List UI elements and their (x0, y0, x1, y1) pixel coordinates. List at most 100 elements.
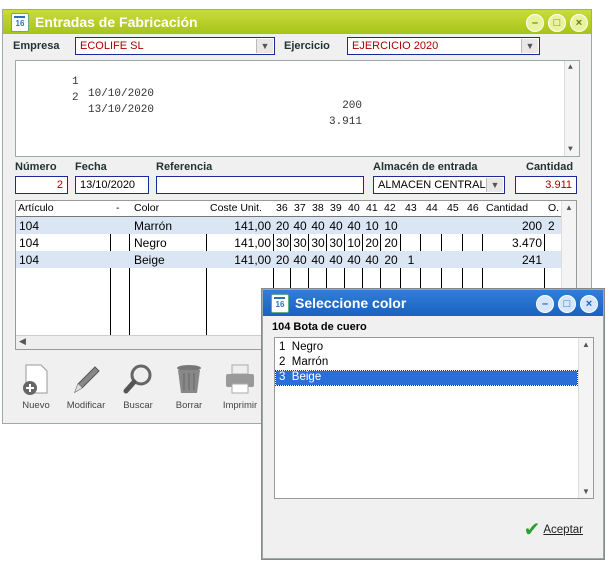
maximize-icon[interactable]: □ (558, 295, 576, 313)
chevron-left-icon[interactable]: ◀ (19, 336, 26, 347)
chevron-up-icon[interactable]: ▲ (582, 340, 590, 349)
grid-cell: 104 (19, 236, 40, 250)
table-row[interactable]: 104 Negro 141,00 30 30 30 30 10 20 20 3.470 (16, 234, 562, 251)
close-icon[interactable]: × (580, 295, 598, 313)
grid-header-size[interactable]: 43 (405, 202, 417, 214)
imprimir-label: Imprimir (222, 400, 258, 411)
modificar-label: Modificar (66, 400, 106, 411)
empresa-value: ECOLIFE SL (80, 40, 144, 52)
cantidad-label: Cantidad (526, 161, 574, 173)
color-option-beige[interactable]: 3 Beige (275, 370, 578, 386)
grid-header-size[interactable]: 42 (384, 202, 396, 214)
grid-header-size[interactable]: 44 (426, 202, 438, 214)
grid-cell: 141,00 (234, 236, 271, 250)
grid-header: Artículo - Color Coste Unit. 36 37 38 39… (16, 201, 562, 217)
dialog-title-bar[interactable]: 16 Seleccione color – □ × (263, 290, 603, 316)
main-title-bar[interactable]: 16 Entradas de Fabricación – □ × (3, 10, 591, 34)
grid-cell: 30 (293, 236, 307, 250)
chevron-up-icon[interactable]: ▲ (565, 203, 573, 212)
grid-header-size[interactable]: 38 (312, 202, 324, 214)
grid-header-size[interactable]: 41 (366, 202, 378, 214)
color-option-marron[interactable]: 2 Marrón (276, 356, 577, 370)
grid-cell: 30 (329, 236, 343, 250)
grid-cell: 141,00 (234, 253, 271, 267)
accept-button[interactable]: ✔ Aceptar (524, 517, 583, 542)
grid-header-o[interactable]: O. (548, 202, 559, 214)
chevron-down-icon[interactable]: ▼ (256, 39, 273, 53)
cantidad-field[interactable]: 3.911 (515, 176, 577, 194)
fecha-field[interactable]: 13/10/2020 (75, 176, 149, 194)
borrar-button[interactable]: Borrar (164, 362, 214, 411)
grid-header-coste[interactable]: Coste Unit. (210, 202, 262, 214)
grid-cell: 40 (329, 219, 343, 233)
close-icon[interactable]: × (570, 14, 588, 32)
numero-field[interactable]: 2 (15, 176, 68, 194)
grid-cell: 20 (365, 236, 379, 250)
history-row[interactable]: 2 13/10/2020 3.911 (16, 80, 362, 140)
grid-cell: 1 (407, 253, 415, 267)
grid-cell: 141,00 (234, 219, 271, 233)
fecha-label: Fecha (75, 161, 107, 173)
grid-header-size[interactable]: 37 (294, 202, 306, 214)
color-list-scrollbar[interactable]: ▲ ▼ (578, 338, 593, 498)
buscar-button[interactable]: Buscar (113, 362, 163, 411)
grid-header-size[interactable]: 40 (348, 202, 360, 214)
printer-icon (226, 364, 254, 394)
grid-header-size[interactable]: 45 (447, 202, 459, 214)
calendar-app-icon: 16 (271, 294, 289, 313)
grid-cell: 20 (275, 219, 290, 233)
trash-icon (177, 365, 201, 393)
empresa-select[interactable]: ECOLIFE SL ▼ (75, 37, 275, 55)
main-window-title: Entradas de Fabricación (35, 14, 198, 30)
modificar-button[interactable]: Modificar (61, 362, 111, 411)
grid-cell: 40 (365, 253, 379, 267)
grid-header-size[interactable]: 36 (276, 202, 288, 214)
grid-cell: 3.470 (511, 236, 542, 250)
chevron-down-icon[interactable]: ▼ (568, 145, 573, 154)
chevron-down-icon[interactable]: ▼ (582, 487, 590, 496)
accept-label: Aceptar (543, 524, 583, 536)
pencil-icon (74, 366, 100, 394)
ejercicio-label: Ejercicio (284, 40, 330, 52)
almacen-label: Almacén de entrada (373, 161, 478, 173)
color-option-negro[interactable]: 1 Negro (276, 341, 577, 355)
ejercicio-value: EJERCICIO 2020 (352, 40, 439, 52)
grid-cell: 241 (521, 253, 542, 267)
color-list[interactable]: 1 Negro 2 Marrón 3 Beige ▲ ▼ (274, 337, 594, 499)
nuevo-button[interactable]: Nuevo (11, 362, 61, 411)
grid-cell: 40 (293, 219, 307, 233)
grid-header-size[interactable]: 39 (330, 202, 342, 214)
grid-header-cantidad[interactable]: Cantidad (486, 202, 528, 214)
grid-header-articulo[interactable]: Artículo (18, 202, 54, 214)
grid-cell: 2 (548, 219, 555, 233)
dialog-title: Seleccione color (295, 295, 407, 311)
table-row[interactable]: 104 Beige 141,00 20 40 40 40 40 40 20 1 241 (16, 251, 562, 268)
grid-cell: 40 (347, 219, 361, 233)
history-scrollbar[interactable]: ▲ ▼ (564, 61, 579, 156)
chevron-down-icon[interactable]: ▼ (486, 178, 503, 192)
referencia-field[interactable] (156, 176, 364, 194)
dialog-article-label: 104 Bota de cuero (272, 321, 367, 333)
grid-cell: 40 (311, 253, 325, 267)
calendar-app-icon: 16 (11, 13, 29, 32)
numero-label: Número (15, 161, 57, 173)
table-row[interactable]: 104 Marrón 141,00 20 40 40 40 40 10 10 200 2 (16, 217, 562, 234)
grid-cell: Negro (134, 236, 167, 250)
grid-header-color[interactable]: Color (134, 202, 159, 214)
new-document-icon (23, 364, 48, 395)
grid-header-dash[interactable]: - (116, 202, 120, 214)
imprimir-button[interactable]: Imprimir (215, 362, 265, 411)
ejercicio-select[interactable]: EJERCICIO 2020 ▼ (347, 37, 540, 55)
minimize-icon[interactable]: – (536, 295, 554, 313)
chevron-up-icon[interactable]: ▲ (568, 63, 573, 72)
chevron-down-icon[interactable]: ▼ (521, 39, 538, 53)
maximize-icon[interactable]: □ (548, 14, 566, 32)
grid-cell: Beige (134, 253, 165, 267)
grid-cell: Marrón (134, 219, 173, 233)
almacen-select[interactable]: ALMACEN CENTRAL ▼ (373, 176, 505, 194)
magnifier-icon (123, 364, 152, 394)
grid-header-size[interactable]: 46 (467, 202, 479, 214)
grid-cell: 20 (384, 236, 398, 250)
history-list[interactable]: 1 10/10/2020 200 2 13/10/2020 3.911 ▲ ▼ (15, 60, 580, 157)
minimize-icon[interactable]: – (526, 14, 544, 32)
